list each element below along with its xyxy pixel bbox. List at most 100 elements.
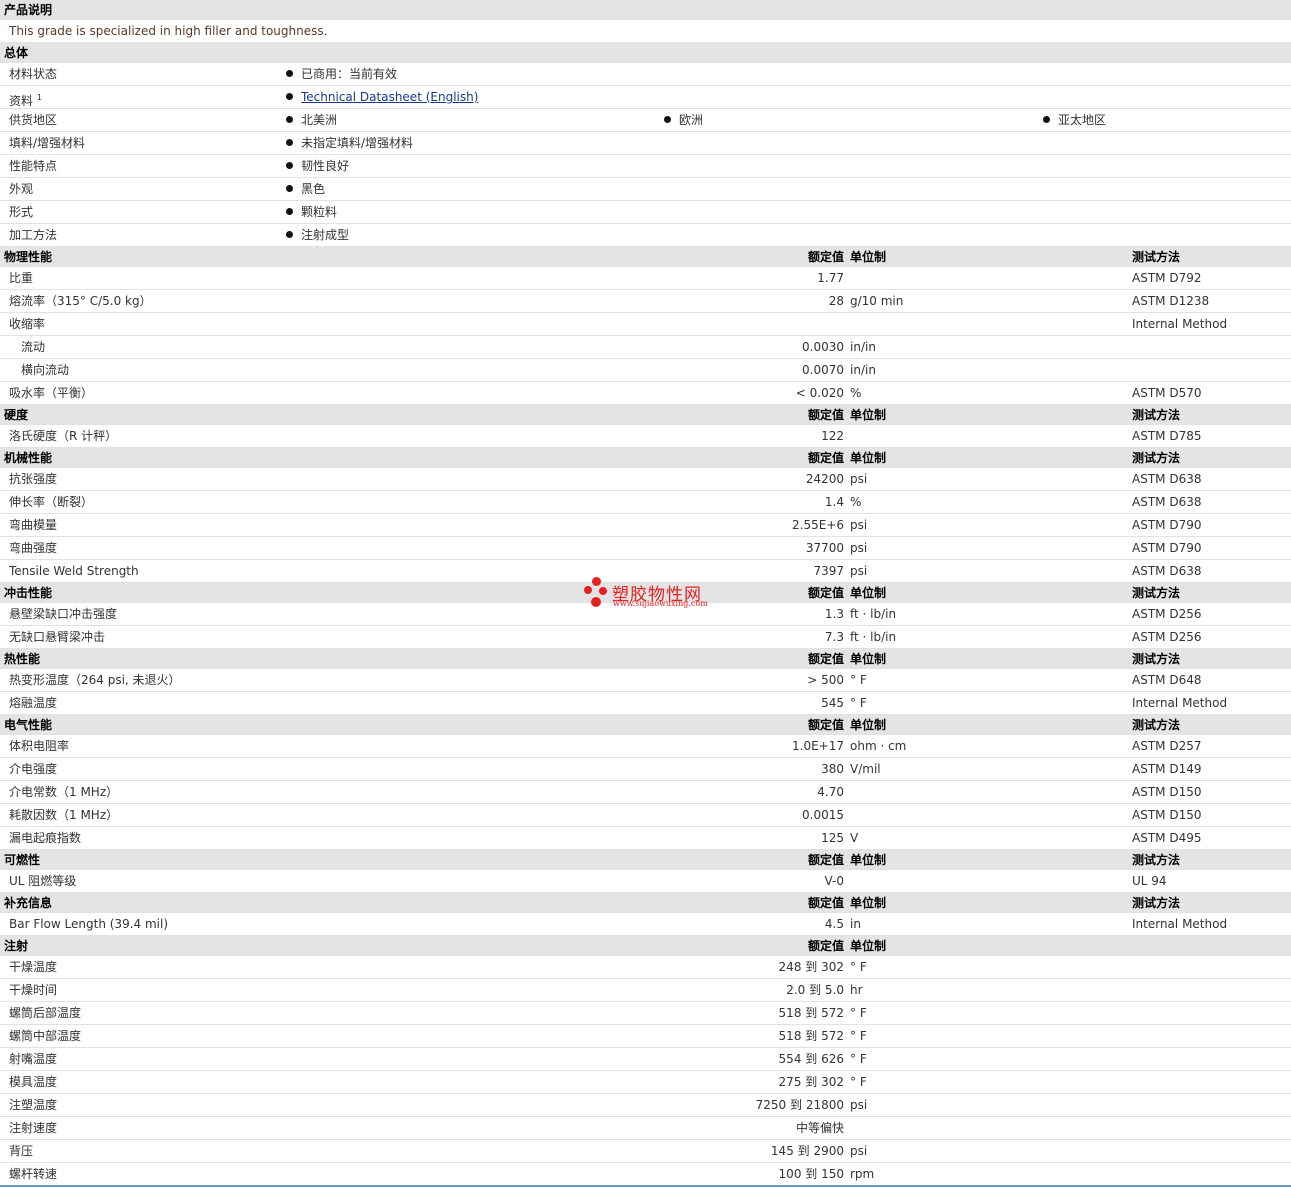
- column-header-unit: 单位制: [850, 250, 887, 264]
- bullet-icon: [286, 70, 293, 77]
- column-header-value: 额定值: [807, 652, 844, 666]
- property-unit: ft · lb/in: [850, 607, 897, 621]
- general-row: 供货地区 北美洲 欧洲 亚太地区: [0, 109, 1291, 132]
- column-header-method: 测试方法: [1132, 451, 1181, 465]
- property-label: 外观: [9, 182, 34, 196]
- property-row: 模具温度 275 到 302 ° F: [0, 1071, 1291, 1094]
- column-header-method: 测试方法: [1132, 718, 1181, 732]
- bullet-item: 欧洲: [664, 109, 703, 132]
- section-header: 可燃性 额定值 单位制 测试方法: [0, 850, 1291, 870]
- property-unit: ° F: [850, 1006, 867, 1020]
- property-value: 0.0015: [802, 808, 844, 822]
- column-header-method: 测试方法: [1132, 408, 1181, 422]
- bullet-icon: [286, 139, 293, 146]
- property-value: 122: [821, 429, 844, 443]
- property-name: 干燥温度: [9, 960, 58, 974]
- property-name: 熔融温度: [9, 696, 58, 710]
- property-unit: V: [850, 831, 859, 845]
- property-name: Bar Flow Length (39.4 mil): [9, 917, 168, 931]
- property-row: 介电常数（1 MHz） 4.70 ASTM D150: [0, 781, 1291, 804]
- column-header-method: 测试方法: [1132, 652, 1181, 666]
- section-header: 注射 额定值 单位制: [0, 936, 1291, 956]
- property-row: 介电强度 380 V/mil ASTM D149: [0, 758, 1291, 781]
- bullet-item: 注射成型: [286, 224, 349, 247]
- property-row: 比重 1.77 ASTM D792: [0, 267, 1291, 290]
- property-row: 射嘴温度 554 到 626 ° F: [0, 1048, 1291, 1071]
- property-unit: ° F: [850, 1029, 867, 1043]
- bullet-label: 注射成型: [301, 228, 350, 242]
- footnote-marker: 1: [36, 93, 42, 102]
- column-header-method: 测试方法: [1132, 586, 1181, 600]
- property-unit: psi: [850, 1098, 868, 1112]
- property-row: 背压 145 到 2900 psi: [0, 1140, 1291, 1163]
- property-value: 545: [821, 696, 844, 710]
- property-name: 流动: [21, 340, 46, 354]
- bullet-item[interactable]: Technical Datasheet (English): [286, 86, 478, 109]
- property-row: 热变形温度（264 psi, 未退火） > 500 ° F ASTM D648: [0, 669, 1291, 692]
- product-description-row: This grade is specialized in high filler…: [0, 20, 1291, 43]
- property-row: Bar Flow Length (39.4 mil) 4.5 in Internal …: [0, 913, 1291, 936]
- property-name: 干燥时间: [9, 983, 58, 997]
- bullet-label: 北美洲: [301, 113, 338, 127]
- bullet-item: 亚太地区: [1043, 109, 1106, 132]
- watermark-url: www.sujiaowuxing.com: [613, 599, 708, 608]
- property-name: 注塑温度: [9, 1098, 58, 1112]
- test-method: ASTM D638: [1132, 564, 1202, 578]
- bullet-item: 颗粒料: [286, 201, 337, 224]
- property-value: 518 到 572: [778, 1006, 844, 1020]
- section-header: 电气性能 额定值 单位制 测试方法: [0, 715, 1291, 735]
- property-unit: psi: [850, 472, 868, 486]
- property-value: > 500: [807, 673, 844, 687]
- property-row: 无缺口悬臂梁冲击 7.3 ft · lb/in ASTM D256: [0, 626, 1291, 649]
- property-row: 抗张强度 24200 psi ASTM D638: [0, 468, 1291, 491]
- test-method: ASTM D256: [1132, 607, 1202, 621]
- property-value: 7.3: [824, 630, 844, 644]
- property-value: 2.55E+6: [792, 518, 844, 532]
- property-name: 弯曲强度: [9, 541, 58, 555]
- property-value: 1.3: [824, 607, 844, 621]
- property-row: 洛氏硬度（R 计秤） 122 ASTM D785: [0, 425, 1291, 448]
- column-header-value: 额定值: [807, 586, 844, 600]
- product-description: This grade is specialized in high filler…: [9, 24, 328, 38]
- general-row: 加工方法 注射成型: [0, 224, 1291, 247]
- bullet-label: 颗粒料: [301, 205, 338, 219]
- property-row: 伸长率（断裂） 1.4% ASTM D638: [0, 491, 1291, 514]
- section-title: 总体: [4, 46, 29, 60]
- section-title: 可燃性: [4, 853, 41, 867]
- property-unit: ° F: [850, 1052, 867, 1066]
- property-unit: in: [850, 917, 861, 931]
- section-title: 热性能: [4, 652, 41, 666]
- property-name: Tensile Weld Strength: [9, 564, 139, 578]
- property-name: 螺杆转速: [9, 1167, 58, 1181]
- property-row: 螺筒后部温度 518 到 572 ° F: [0, 1002, 1291, 1025]
- property-unit: ohm · cm: [850, 739, 907, 753]
- bullet-item: 黑色: [286, 178, 325, 201]
- property-value: < 0.020: [795, 386, 844, 400]
- test-method: Internal Method: [1132, 696, 1228, 710]
- property-unit: %: [850, 495, 862, 509]
- property-row: 体积电阻率 1.0E+17 ohm · cm ASTM D257: [0, 735, 1291, 758]
- property-value: 0.0030: [802, 340, 844, 354]
- property-name: 耗散因数（1 MHz）: [9, 808, 119, 822]
- property-value: 37700: [805, 541, 844, 555]
- property-name: 比重: [9, 271, 34, 285]
- bullet-item: 北美洲: [286, 109, 337, 132]
- property-name: 性能特点: [9, 155, 57, 178]
- property-unit: psi: [850, 541, 868, 555]
- property-value: V-0: [824, 874, 844, 888]
- test-method: ASTM D149: [1132, 762, 1202, 776]
- test-method: Internal Method: [1132, 317, 1228, 331]
- property-name: 漏电起痕指数: [9, 831, 82, 845]
- column-header-value: 额定值: [807, 451, 844, 465]
- property-name: 抗张强度: [9, 472, 58, 486]
- property-label: 加工方法: [9, 228, 58, 242]
- property-value: 275 到 302: [778, 1075, 844, 1089]
- datasheet-link[interactable]: Technical Datasheet (English): [301, 90, 478, 104]
- property-value: 380: [821, 762, 844, 776]
- property-label: 填料/增强材料: [9, 136, 86, 150]
- column-header-unit: 单位制: [850, 586, 887, 600]
- property-value: 7397: [813, 564, 844, 578]
- test-method: ASTM D1238: [1132, 294, 1210, 308]
- property-unit: psi: [850, 518, 868, 532]
- section-title: 冲击性能: [4, 586, 53, 600]
